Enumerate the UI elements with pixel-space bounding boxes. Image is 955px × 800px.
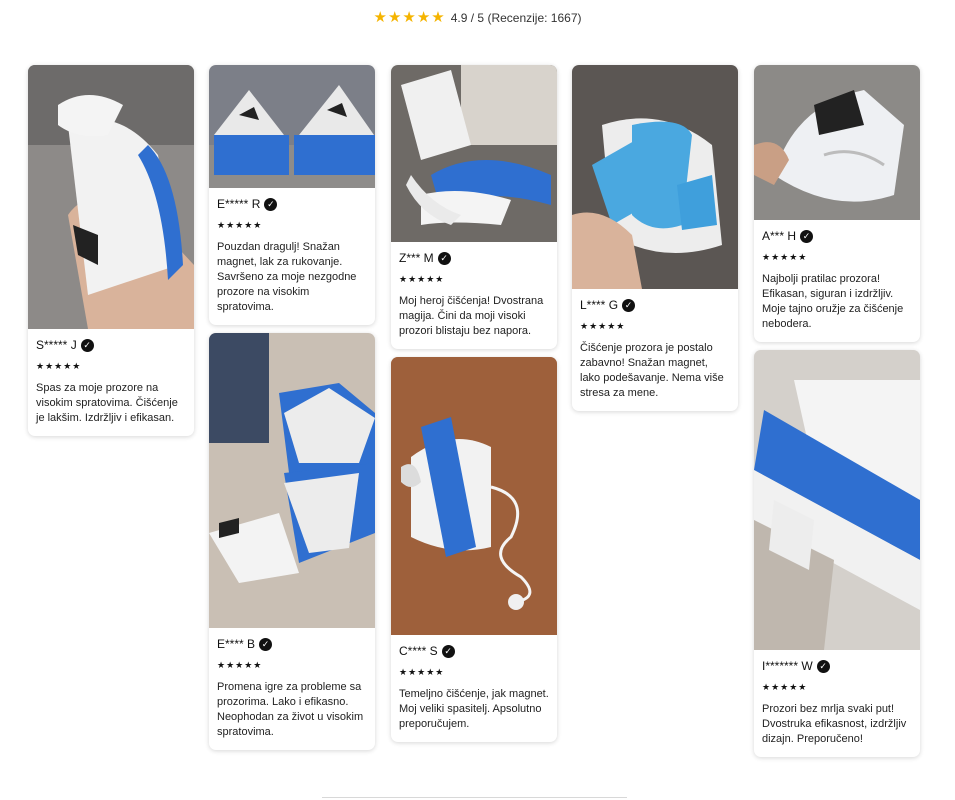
- review-text: Prozori bez mrlja svaki put! Dvostruka e…: [762, 703, 907, 745]
- author-name: I******* W: [762, 659, 813, 673]
- review-photo[interactable]: [209, 65, 375, 188]
- verified-check-icon: ✓: [441, 644, 455, 658]
- verified-check-icon: ✓: [437, 251, 451, 265]
- review-column-2: E***** R ✓ ★★★★★ Pouzdan dragulj! Snažan…: [209, 65, 375, 758]
- review-photo[interactable]: [754, 65, 920, 220]
- review-card[interactable]: Z*** M ✓ ★★★★★ Moj heroj čišćenja! Dvost…: [391, 65, 557, 349]
- review-stars: ★★★★★: [762, 252, 808, 262]
- review-photo[interactable]: [28, 65, 194, 329]
- author-name: A*** H: [762, 229, 797, 243]
- review-stars: ★★★★★: [36, 361, 82, 371]
- review-stars: ★★★★★: [217, 220, 263, 230]
- review-stars: ★★★★★: [399, 667, 445, 677]
- rating-text: 4.9 / 5 (Recenzije: 1667): [450, 11, 582, 25]
- review-text: Temeljno čišćenje, jak magnet. Moj velik…: [399, 688, 549, 730]
- review-author: E**** B ✓: [217, 637, 367, 651]
- review-column-1: S***** J ✓ ★★★★★ Spas za moje prozore na…: [28, 65, 194, 444]
- review-stars: ★★★★★: [580, 321, 626, 331]
- author-name: Z*** M: [399, 251, 434, 265]
- review-card[interactable]: C**** S ✓ ★★★★★ Temeljno čišćenje, jak m…: [391, 357, 557, 742]
- divider: [322, 797, 627, 798]
- review-column-3: Z*** M ✓ ★★★★★ Moj heroj čišćenja! Dvost…: [391, 65, 557, 750]
- review-text: Najbolji pratilac prozora! Efikasan, sig…: [762, 273, 904, 330]
- review-photo[interactable]: [391, 357, 557, 635]
- verified-check-icon: ✓: [80, 338, 94, 352]
- review-author: C**** S ✓: [399, 644, 549, 658]
- review-stars: ★★★★★: [399, 274, 445, 284]
- review-card[interactable]: L**** G ✓ ★★★★★ Čišćenje prozora je post…: [572, 65, 738, 411]
- author-name: L**** G: [580, 298, 619, 312]
- author-name: E**** B: [217, 637, 256, 651]
- rating-summary: ★ ★ ★ ★ ★ 4.9 / 5 (Recenzije: 1667): [0, 10, 955, 26]
- author-name: C**** S: [399, 644, 438, 658]
- review-card[interactable]: I******* W ✓ ★★★★★ Prozori bez mrlja sva…: [754, 350, 920, 757]
- review-card[interactable]: A*** H ✓ ★★★★★ Najbolji pratilac prozora…: [754, 65, 920, 342]
- review-stars: ★★★★★: [217, 660, 263, 670]
- author-name: E***** R: [217, 197, 261, 211]
- review-text: Čišćenje prozora je postalo zabavno! Sna…: [580, 342, 724, 399]
- verified-check-icon: ✓: [816, 659, 830, 673]
- rating-stars-icon: ★ ★ ★ ★ ★: [373, 9, 445, 26]
- verified-check-icon: ✓: [264, 197, 278, 211]
- review-column-4: L**** G ✓ ★★★★★ Čišćenje prozora je post…: [572, 65, 738, 419]
- review-author: Z*** M ✓: [399, 251, 549, 265]
- review-photo[interactable]: [391, 65, 557, 242]
- review-author: S***** J ✓: [36, 338, 186, 352]
- review-photo[interactable]: [209, 333, 375, 628]
- review-author: E***** R ✓: [217, 197, 367, 211]
- review-stars: ★★★★★: [762, 682, 808, 692]
- verified-check-icon: ✓: [622, 298, 636, 312]
- review-photo[interactable]: [754, 350, 920, 650]
- verified-check-icon: ✓: [800, 229, 814, 243]
- review-text: Promena igre za probleme sa prozorima. L…: [217, 681, 364, 738]
- review-text: Spas za moje prozore na visokim spratovi…: [36, 382, 178, 424]
- review-author: I******* W ✓: [762, 659, 912, 673]
- review-text: Pouzdan dragulj! Snažan magnet, lak za r…: [217, 241, 357, 313]
- review-card[interactable]: E***** R ✓ ★★★★★ Pouzdan dragulj! Snažan…: [209, 65, 375, 325]
- review-text: Moj heroj čišćenja! Dvostrana magija. Či…: [399, 295, 544, 337]
- verified-check-icon: ✓: [259, 637, 273, 651]
- review-author: A*** H ✓: [762, 229, 912, 243]
- review-card[interactable]: S***** J ✓ ★★★★★ Spas za moje prozore na…: [28, 65, 194, 436]
- review-card[interactable]: E**** B ✓ ★★★★★ Promena igre za probleme…: [209, 333, 375, 750]
- review-author: L**** G ✓: [580, 298, 730, 312]
- review-column-5: A*** H ✓ ★★★★★ Najbolji pratilac prozora…: [754, 65, 920, 765]
- review-photo[interactable]: [572, 65, 738, 289]
- author-name: S***** J: [36, 338, 77, 352]
